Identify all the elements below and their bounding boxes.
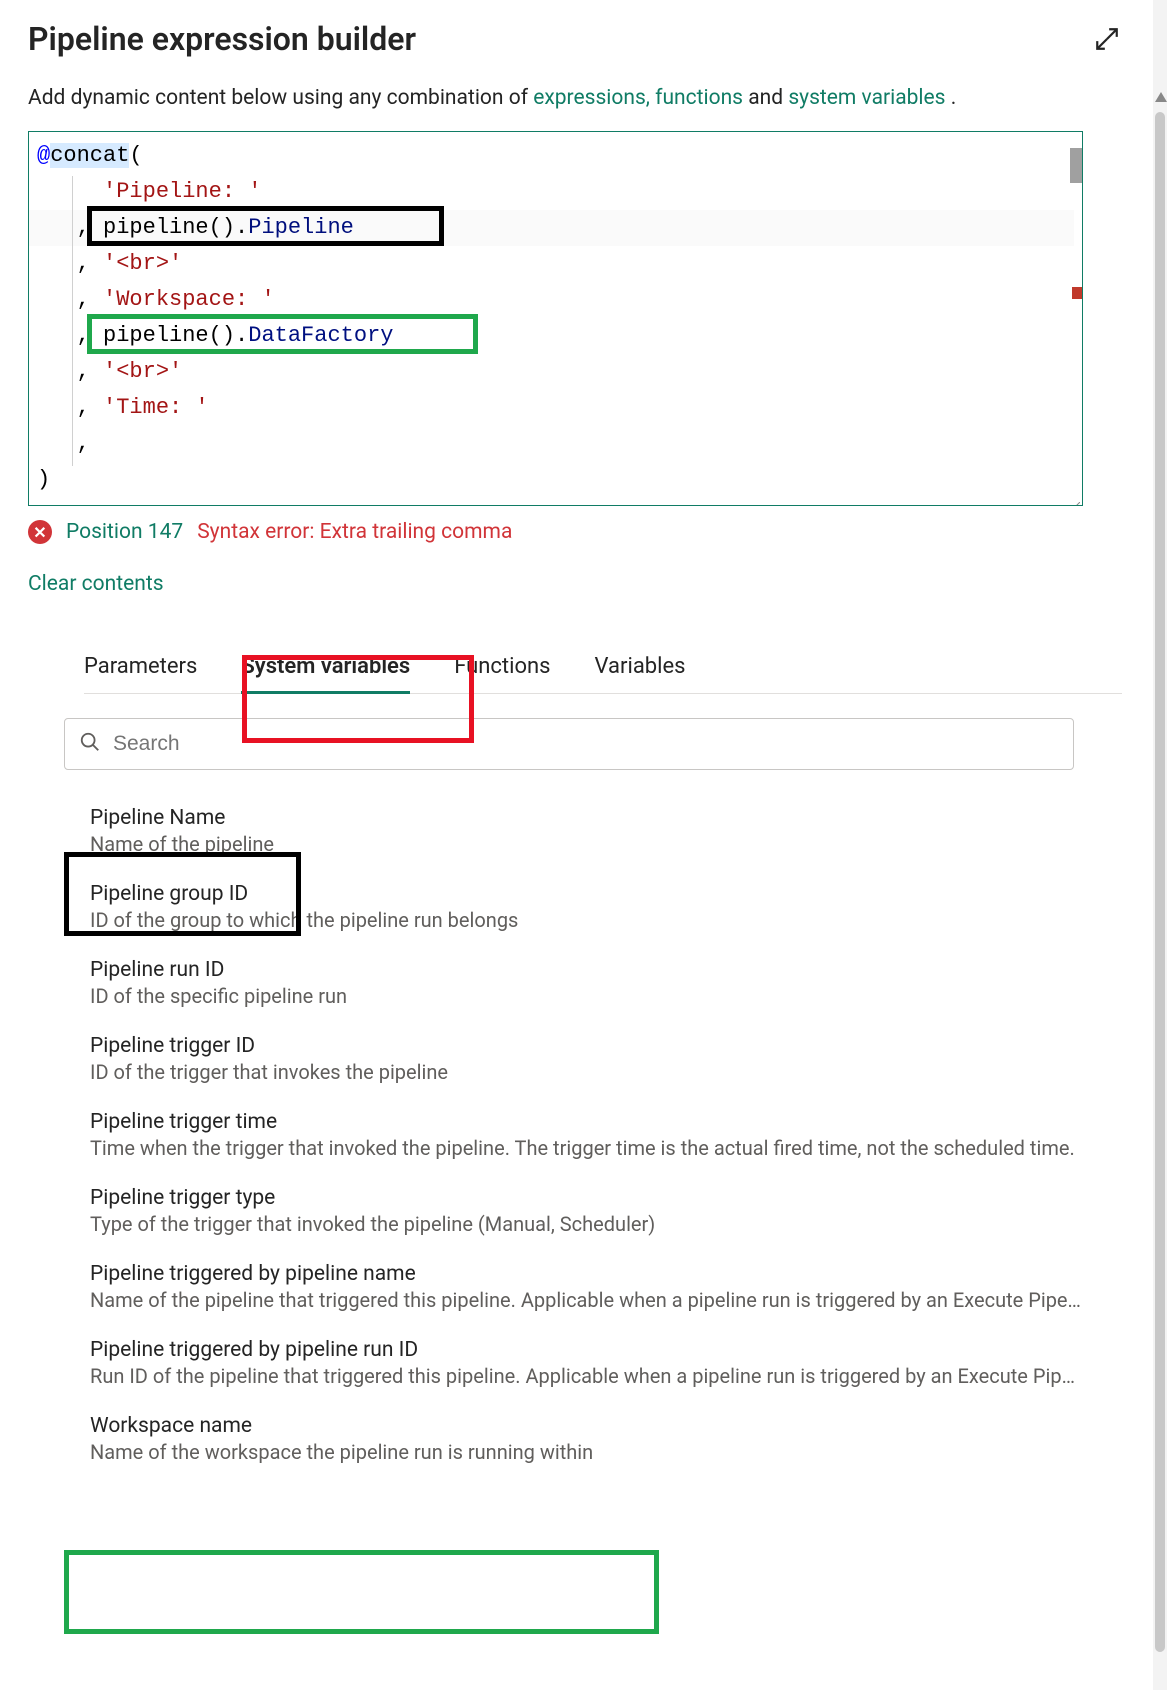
tab-parameters[interactable]: Parameters <box>84 642 197 693</box>
annotation-green-workspace-name <box>64 1550 659 1634</box>
intro-suffix: . <box>951 86 957 110</box>
var-desc: Name of the pipeline that triggered this… <box>90 1288 1084 1312</box>
var-title: Pipeline run ID <box>90 958 1084 982</box>
search-box[interactable] <box>64 718 1074 770</box>
var-desc: Name of the workspace the pipeline run i… <box>90 1440 1084 1464</box>
var-desc: ID of the group to which the pipeline ru… <box>90 908 1084 932</box>
clear-contents-link[interactable]: Clear contents <box>28 572 1122 596</box>
var-desc: ID of the specific pipeline run <box>90 984 1084 1008</box>
list-item[interactable]: Pipeline trigger type Type of the trigge… <box>82 1174 1092 1250</box>
indent-guide <box>72 176 73 466</box>
list-item[interactable]: Pipeline Name Name of the pipeline <box>82 794 1092 870</box>
intro-prefix: Add dynamic content below using any comb… <box>28 86 533 110</box>
var-title: Pipeline trigger type <box>90 1186 1084 1210</box>
error-row: ✕ Position 147 Syntax error: Extra trail… <box>28 520 1122 544</box>
minimap-viewport <box>1070 148 1082 183</box>
intro-text: Add dynamic content below using any comb… <box>28 84 1122 113</box>
system-variables-list: Pipeline Name Name of the pipeline Pipel… <box>82 794 1092 1478</box>
list-item[interactable]: Workspace name Name of the workspace the… <box>82 1402 1092 1478</box>
var-desc: Run ID of the pipeline that triggered th… <box>90 1364 1084 1388</box>
var-title: Pipeline trigger ID <box>90 1034 1084 1058</box>
scroll-up-icon[interactable] <box>1155 92 1167 102</box>
functions-link[interactable]: functions <box>655 86 743 110</box>
system-variables-link[interactable]: system variables <box>788 86 945 110</box>
var-title: Pipeline Name <box>90 806 1084 830</box>
minimap-error-marker <box>1072 287 1082 299</box>
var-desc: Type of the trigger that invoked the pip… <box>90 1212 1084 1236</box>
var-title: Workspace name <box>90 1414 1084 1438</box>
tab-system-variables[interactable]: System variables <box>241 642 410 693</box>
var-title: Pipeline triggered by pipeline name <box>90 1262 1084 1286</box>
resize-handle-icon[interactable] <box>1068 491 1080 503</box>
editor-content[interactable]: @concat( 'Pipeline: ' , pipeline().Pipel… <box>37 138 1076 498</box>
var-title: Pipeline trigger time <box>90 1110 1084 1134</box>
current-line-highlight <box>29 210 1074 246</box>
list-item[interactable]: Pipeline run ID ID of the specific pipel… <box>82 946 1092 1022</box>
var-title: Pipeline triggered by pipeline run ID <box>90 1338 1084 1362</box>
tab-variables[interactable]: Variables <box>595 642 686 693</box>
page-title: Pipeline expression builder <box>28 20 416 58</box>
scrollbar-thumb[interactable] <box>1155 112 1165 1652</box>
var-desc: Time when the trigger that invoked the p… <box>90 1136 1084 1160</box>
error-message: Syntax error: Extra trailing comma <box>197 520 512 544</box>
list-item[interactable]: Pipeline triggered by pipeline run ID Ru… <box>82 1326 1092 1402</box>
var-title: Pipeline group ID <box>90 882 1084 906</box>
tabs: Parameters System variables Functions Va… <box>84 642 1122 694</box>
expressions-link[interactable]: expressions, <box>533 86 650 110</box>
expression-editor[interactable]: @concat( 'Pipeline: ' , pipeline().Pipel… <box>28 131 1083 506</box>
list-item[interactable]: Pipeline trigger time Time when the trig… <box>82 1098 1092 1174</box>
list-item[interactable]: Pipeline triggered by pipeline name Name… <box>82 1250 1092 1326</box>
tab-functions[interactable]: Functions <box>454 642 550 693</box>
search-icon <box>79 731 101 757</box>
var-desc: Name of the pipeline <box>90 832 1084 856</box>
var-desc: ID of the trigger that invokes the pipel… <box>90 1060 1084 1084</box>
expand-icon[interactable] <box>1092 24 1122 54</box>
list-item[interactable]: Pipeline trigger ID ID of the trigger th… <box>82 1022 1092 1098</box>
error-icon: ✕ <box>28 520 52 544</box>
intro-mid: and <box>748 86 788 110</box>
scrollbar-track[interactable] <box>1153 0 1167 1690</box>
editor-minimap[interactable] <box>1062 132 1082 505</box>
search-input[interactable] <box>113 732 1059 756</box>
list-item[interactable]: Pipeline group ID ID of the group to whi… <box>82 870 1092 946</box>
error-position: Position 147 <box>66 520 183 544</box>
